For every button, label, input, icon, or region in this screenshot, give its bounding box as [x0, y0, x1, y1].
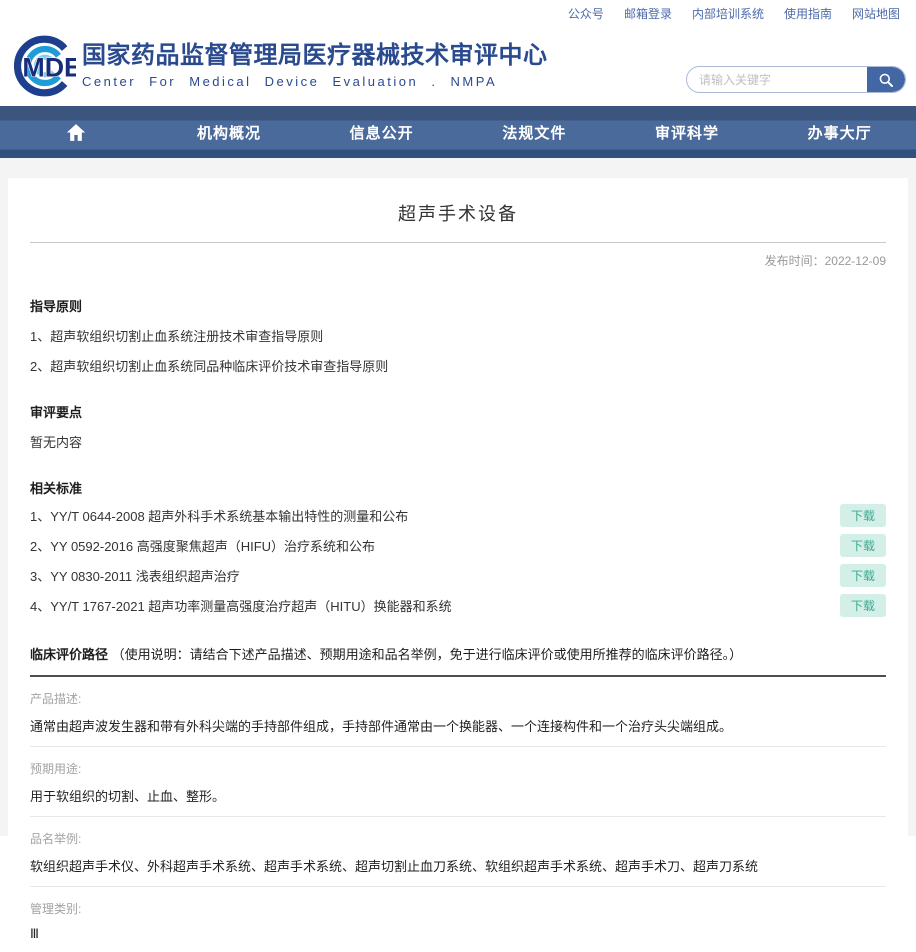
- standard-text: 2、YY 0592-2016 高强度聚焦超声（HIFU）治疗系统和公布: [30, 536, 375, 555]
- site-title-cn: 国家药品监督管理局医疗器械技术审评中心: [82, 43, 548, 71]
- nav-item-review-science[interactable]: 审评科学: [611, 122, 764, 143]
- standard-row: 1、YY/T 0644-2008 超声外科手术系统基本输出特性的测量和公布 下载: [30, 504, 886, 527]
- section-heading-guidance: 指导原则: [30, 296, 886, 315]
- site-logo: MDE 国家药品监督管理局医疗器械技术审评中心 Center For Medic…: [10, 35, 548, 97]
- field-divider: [30, 886, 886, 887]
- search-box: [686, 66, 906, 93]
- standard-text: 4、YY/T 1767-2021 超声功率测量高强度治疗超声（HITU）换能器和…: [30, 596, 452, 615]
- publish-time: 发布时间：2022-12-09: [30, 252, 886, 269]
- field-label-intended-use: 预期用途:: [30, 760, 886, 777]
- title-divider: [30, 242, 886, 243]
- standard-text: 3、YY 0830-2011 浅表组织超声治疗: [30, 566, 240, 585]
- nav-item-service-hall[interactable]: 办事大厅: [763, 122, 916, 143]
- clinical-path-heading: 临床评价路径: [30, 647, 108, 662]
- field-value-product-description: 通常由超声波发生器和带有外科尖端的手持部件组成，手持部件通常由一个换能器、一个连…: [30, 716, 886, 735]
- field-label-name-examples: 品名举例:: [30, 830, 886, 847]
- standard-row: 4、YY/T 1767-2021 超声功率测量高强度治疗超声（HITU）换能器和…: [30, 594, 886, 617]
- topbar-link-training-system[interactable]: 内部培训系统: [692, 5, 764, 22]
- page-body: 超声手术设备 发布时间：2022-12-09 指导原则 1、超声软组织切割止血系…: [0, 158, 916, 836]
- field-divider: [30, 816, 886, 817]
- review-points-empty-text: 暂无内容: [30, 432, 886, 451]
- download-button[interactable]: 下载: [840, 594, 886, 617]
- publish-time-date: 2022-12-09: [825, 254, 886, 268]
- clinical-path-heading-row: 临床评价路径 （使用说明：请结合下述产品描述、预期用途和品名举例，免于进行临床评…: [30, 644, 886, 663]
- download-button[interactable]: 下载: [840, 534, 886, 557]
- topbar-link-sitemap[interactable]: 网站地图: [852, 5, 900, 22]
- field-label-product-description: 产品描述:: [30, 690, 886, 707]
- guidance-item: 1、超声软组织切割止血系统注册技术审查指导原则: [30, 326, 886, 345]
- clinical-path-note: （使用说明：请结合下述产品描述、预期用途和品名举例，免于进行临床评价或使用所推荐…: [112, 647, 743, 662]
- nav-item-home[interactable]: [0, 123, 153, 142]
- standard-text: 1、YY/T 0644-2008 超声外科手术系统基本输出特性的测量和公布: [30, 506, 408, 525]
- site-header: MDE 国家药品监督管理局医疗器械技术审评中心 Center For Medic…: [0, 26, 916, 106]
- section-heading-standards: 相关标准: [30, 478, 886, 497]
- site-title-en: Center For Medical Device Evaluation . N…: [82, 74, 548, 89]
- topbar-link-mail-login[interactable]: 邮箱登录: [624, 5, 672, 22]
- field-label-management-category: 管理类别:: [30, 900, 886, 917]
- search-icon: [878, 72, 894, 88]
- publish-time-label: 发布时间：: [765, 254, 825, 268]
- clinical-path-divider: [30, 675, 886, 677]
- field-value-name-examples: 软组织超声手术仪、外科超声手术系统、超声手术系统、超声切割止血刀系统、软组织超声…: [30, 856, 886, 875]
- topbar-link-user-guide[interactable]: 使用指南: [784, 5, 832, 22]
- standard-row: 2、YY 0592-2016 高强度聚焦超声（HIFU）治疗系统和公布 下载: [30, 534, 886, 557]
- topbar: 公众号 邮箱登录 内部培训系统 使用指南 网站地图: [0, 0, 916, 26]
- topbar-link-public-account[interactable]: 公众号: [568, 5, 604, 22]
- page-title: 超声手术设备: [30, 178, 886, 226]
- cmde-logo-icon: MDE: [10, 35, 76, 97]
- field-value-management-category: Ⅲ: [30, 926, 886, 942]
- field-divider: [30, 746, 886, 747]
- standard-row: 3、YY 0830-2011 浅表组织超声治疗 下载: [30, 564, 886, 587]
- site-titles: 国家药品监督管理局医疗器械技术审评中心 Center For Medical D…: [82, 43, 548, 89]
- search-button[interactable]: [867, 67, 905, 92]
- guidance-item: 2、超声软组织切割止血系统同品种临床评价技术审查指导原则: [30, 356, 886, 375]
- nav-item-info-disclosure[interactable]: 信息公开: [305, 122, 458, 143]
- section-heading-review-points: 审评要点: [30, 402, 886, 421]
- download-button[interactable]: 下载: [840, 504, 886, 527]
- home-icon: [66, 123, 86, 142]
- download-button[interactable]: 下载: [840, 564, 886, 587]
- field-value-intended-use: 用于软组织的切割、止血、整形。: [30, 786, 886, 805]
- nav-item-about[interactable]: 机构概况: [153, 122, 306, 143]
- main-nav: 机构概况 信息公开 法规文件 审评科学 办事大厅: [0, 106, 916, 158]
- cmde-logo-acronym: MDE: [22, 52, 76, 82]
- nav-item-regulations[interactable]: 法规文件: [458, 122, 611, 143]
- search-input[interactable]: [687, 67, 867, 92]
